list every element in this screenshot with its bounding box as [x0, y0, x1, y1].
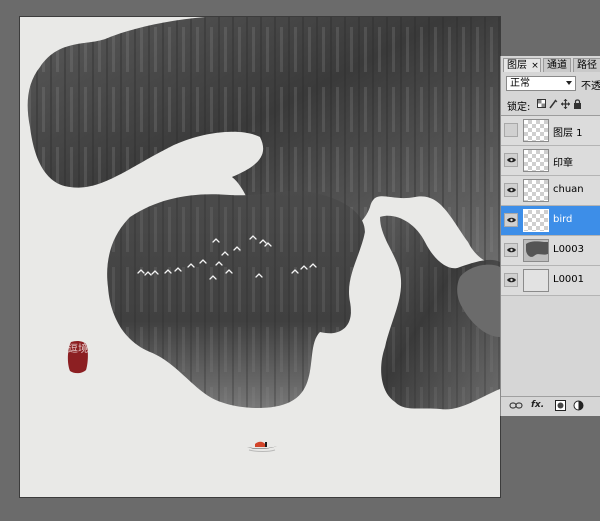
visibility-toggle[interactable]: [504, 123, 518, 137]
link-icon[interactable]: [509, 400, 523, 411]
tab-channels[interactable]: 通道: [543, 58, 571, 72]
layer-thumbnail: [523, 209, 549, 232]
close-icon[interactable]: ×: [531, 61, 539, 71]
lock-row: 锁定:: [507, 98, 600, 113]
lock-position-icon[interactable]: [561, 99, 570, 109]
eye-icon: [507, 247, 516, 253]
panel-footer: fx.: [501, 396, 600, 415]
document-canvas[interactable]: 逗境: [19, 16, 501, 498]
layer-row-l0001[interactable]: L0001: [501, 266, 600, 296]
panel-tabs: 图层 × 通道 路径: [503, 58, 600, 72]
visibility-toggle[interactable]: [504, 213, 518, 227]
tab-layers[interactable]: 图层 ×: [503, 58, 541, 72]
lock-pixels-icon[interactable]: [549, 99, 558, 109]
layer-name: L0001: [553, 274, 585, 285]
tab-layers-label: 图层: [507, 60, 527, 71]
blend-row: 正常 不透明: [503, 76, 600, 92]
chevron-down-icon: [566, 81, 572, 85]
layer-name: 图层 1: [553, 128, 583, 139]
visibility-toggle[interactable]: [504, 243, 518, 257]
lock-all-icon[interactable]: [573, 99, 582, 109]
tab-channels-label: 通道: [547, 60, 567, 71]
tab-paths-label: 路径: [577, 60, 597, 71]
layer-thumbnail: [523, 179, 549, 202]
opacity-label: 不透明: [581, 81, 600, 92]
ink-landscape-painting: [27, 17, 500, 410]
layer-name: L0003: [553, 244, 585, 255]
visibility-toggle[interactable]: [504, 183, 518, 197]
layer-name: bird: [553, 214, 573, 225]
layer-row-bird[interactable]: bird: [501, 206, 600, 236]
layer-thumbnail: [523, 119, 549, 142]
layer-thumbnail: [523, 149, 549, 172]
fx-icon[interactable]: fx.: [531, 400, 544, 411]
layer-name: chuan: [553, 184, 584, 195]
layer-row-seal[interactable]: 印章: [501, 146, 600, 176]
visibility-toggle[interactable]: [504, 273, 518, 287]
layer-thumbnail: [523, 239, 549, 262]
layers-panel: 图层 × 通道 路径 正常 不透明 锁定: 图层 1: [500, 56, 600, 416]
layer-row-l0003[interactable]: L0003: [501, 236, 600, 266]
blend-mode-value: 正常: [510, 78, 530, 89]
fishing-boat: [247, 441, 277, 452]
layer-list: 图层 1 印章 chuan bird L0003 L0001: [501, 115, 600, 306]
layer-row-layer1[interactable]: 图层 1: [501, 116, 600, 146]
mask-icon[interactable]: [555, 400, 566, 411]
layer-thumbnail: [523, 269, 549, 292]
eye-icon: [507, 187, 516, 193]
visibility-toggle[interactable]: [504, 153, 518, 167]
eye-icon: [507, 157, 516, 163]
seal-text: 逗境: [68, 344, 88, 355]
eye-icon: [507, 217, 516, 223]
tab-paths[interactable]: 路径: [573, 58, 600, 72]
layer-name: 印章: [553, 158, 573, 169]
blend-mode-select[interactable]: 正常: [506, 76, 576, 91]
eye-icon: [507, 277, 516, 283]
lock-label: 锁定:: [507, 102, 531, 113]
lock-transparency-icon[interactable]: [537, 99, 546, 109]
adjustment-icon[interactable]: [573, 400, 584, 411]
layer-row-chuan[interactable]: chuan: [501, 176, 600, 206]
red-seal-stamp: 逗境: [67, 340, 89, 374]
